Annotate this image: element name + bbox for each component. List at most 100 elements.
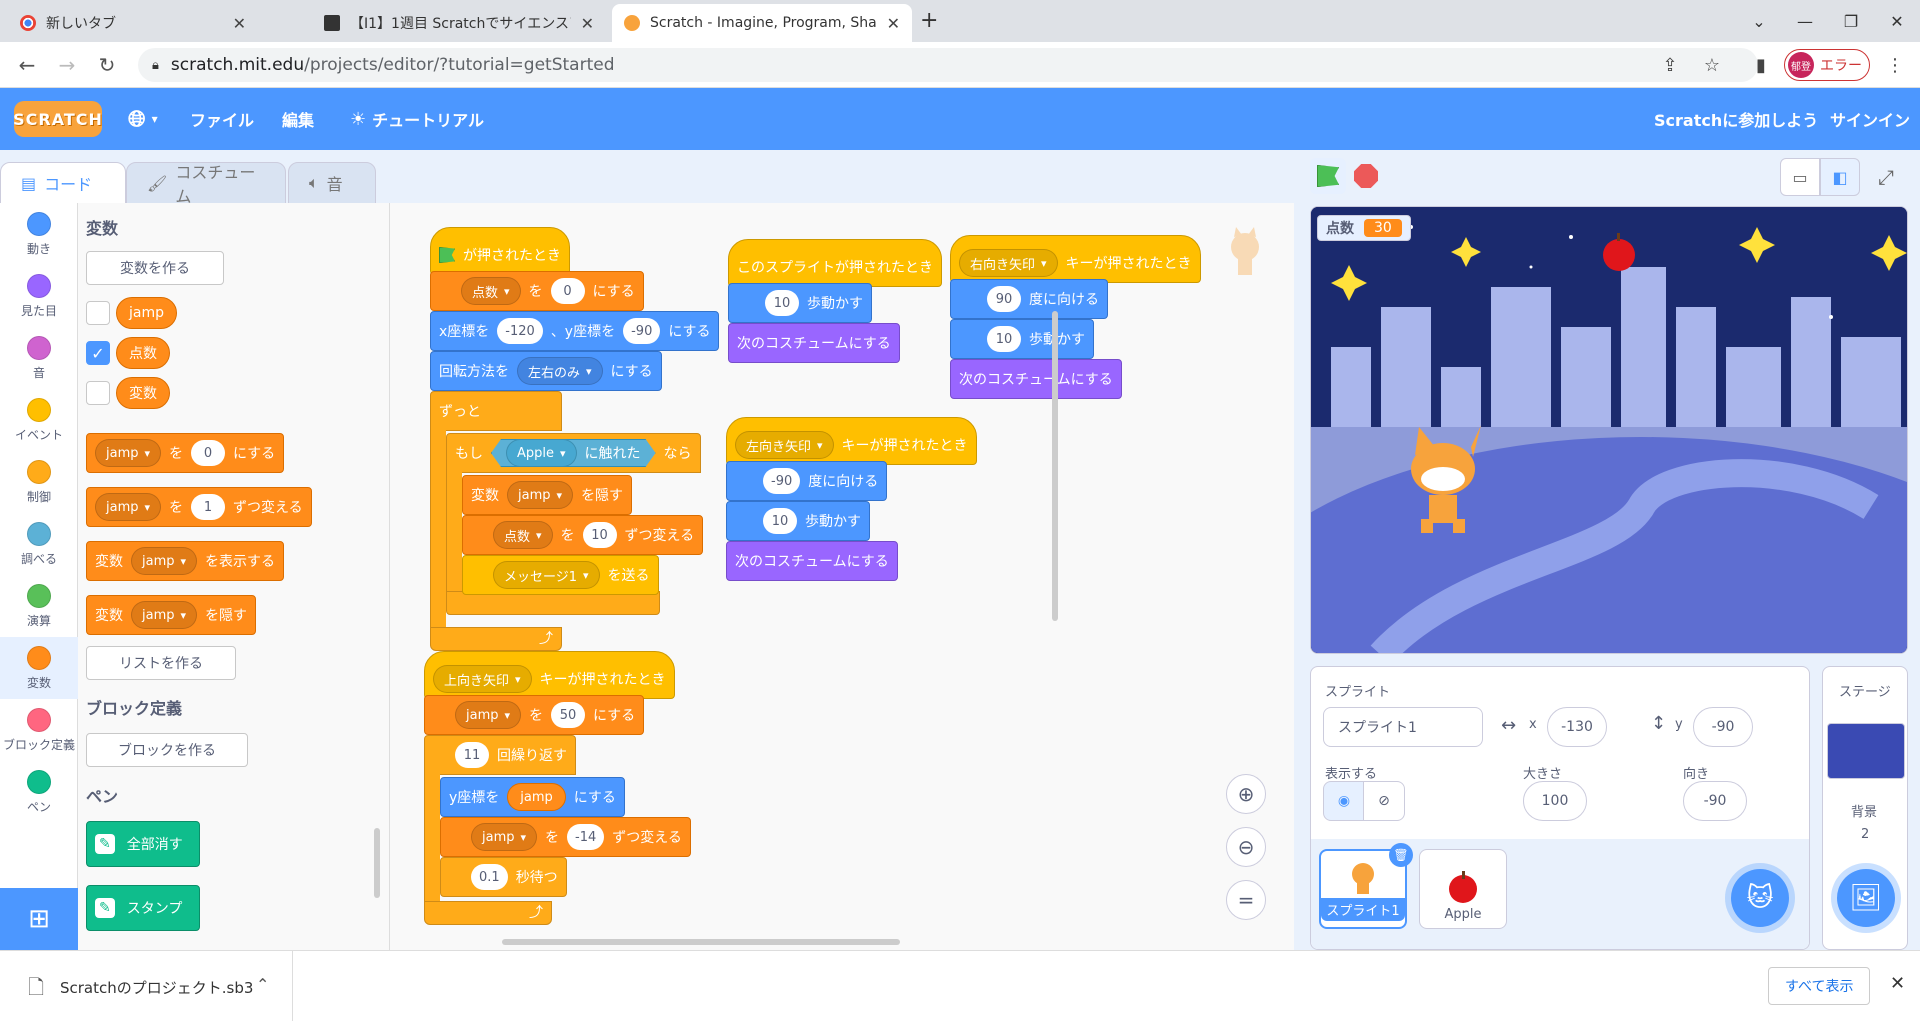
var-reporter-variable[interactable]: 変数 bbox=[116, 377, 170, 409]
hide-eye-icon[interactable]: ⊘ bbox=[1363, 781, 1405, 821]
stop-button[interactable] bbox=[1354, 164, 1378, 188]
change-variable-block[interactable]: jamp を -14 ずつ変える bbox=[440, 817, 691, 857]
category-6[interactable]: 演算 bbox=[0, 575, 78, 637]
kebab-menu-icon[interactable]: ⋮ bbox=[1880, 50, 1910, 80]
tab-code[interactable]: ▤ コード bbox=[0, 162, 126, 204]
make-block-button[interactable]: ブロックを作る bbox=[86, 733, 248, 767]
when-key-pressed-block[interactable]: 右向き矢印 キーが押されたとき bbox=[950, 235, 1201, 283]
language-menu[interactable]: 🌐︎ ▾ bbox=[128, 88, 158, 150]
hide-variable-block[interactable]: 変数 jamp を隠す bbox=[462, 475, 633, 515]
tab-search-chevron-icon[interactable]: ⌄ bbox=[1736, 0, 1782, 42]
next-costume-block[interactable]: 次のコスチュームにする bbox=[726, 541, 898, 581]
add-backdrop-button[interactable]: 🖼︎ bbox=[1837, 869, 1895, 927]
variable-dropdown[interactable]: 点数 bbox=[461, 277, 521, 305]
download-file-name[interactable]: Scratchのプロジェクト.sb3 bbox=[60, 977, 253, 998]
horizontal-scrollbar[interactable] bbox=[502, 939, 900, 945]
share-icon[interactable]: ⇪ bbox=[1655, 50, 1685, 80]
move-steps-block[interactable]: 10 歩動かす bbox=[728, 283, 872, 323]
show-variable-block[interactable]: 変数 jamp を表示する bbox=[86, 541, 285, 581]
repeat-count-input[interactable]: 11 bbox=[455, 742, 489, 768]
value-input[interactable]: 50 bbox=[551, 702, 586, 728]
file-menu[interactable]: ファイル bbox=[190, 88, 254, 150]
value-input[interactable]: 10 bbox=[582, 522, 617, 548]
set-rotation-style-block[interactable]: 回転方法を 左右のみ にする bbox=[430, 351, 662, 391]
profile-button[interactable]: 郁登 エラー bbox=[1784, 49, 1870, 81]
fullscreen-icon[interactable]: ⤢ bbox=[1866, 158, 1906, 196]
category-7[interactable]: 変数 bbox=[0, 637, 78, 699]
next-costume-block[interactable]: 次のコスチュームにする bbox=[728, 323, 900, 363]
key-dropdown[interactable]: 左向き矢印 bbox=[735, 431, 834, 459]
var-checkbox-jamp[interactable] bbox=[86, 301, 110, 325]
key-dropdown[interactable]: 上向き矢印 bbox=[433, 665, 532, 693]
change-variable-block[interactable]: 点数 を 10 ずつ変える bbox=[462, 515, 704, 555]
sprite-name-input[interactable]: スプライト1 bbox=[1323, 707, 1483, 747]
category-0[interactable]: 動き bbox=[0, 203, 78, 265]
pen-clear-block[interactable]: ✎ 全部消す bbox=[86, 821, 200, 867]
zoom-in-button[interactable]: ⊕ bbox=[1226, 774, 1266, 814]
next-costume-block[interactable]: 次のコスチュームにする bbox=[950, 359, 1122, 399]
y-input[interactable]: -90 bbox=[1693, 707, 1753, 747]
size-input[interactable]: 100 bbox=[1523, 781, 1587, 821]
delete-sprite-icon[interactable]: 🗑︎ bbox=[1389, 843, 1413, 867]
close-tab-icon[interactable]: ✕ bbox=[581, 14, 594, 33]
join-scratch-link[interactable]: Scratchに参加しよう bbox=[1654, 88, 1818, 150]
hide-variable-block[interactable]: 変数 jamp を隠す bbox=[86, 595, 257, 635]
variable-dropdown[interactable]: jamp bbox=[131, 547, 198, 575]
repeat-block[interactable]: 11 回繰り返す bbox=[424, 735, 576, 775]
add-extension-button[interactable]: ⊞ bbox=[0, 888, 78, 950]
tutorial-menu[interactable]: ☀ チュートリアル bbox=[350, 88, 484, 150]
direction-input[interactable]: -90 bbox=[763, 468, 801, 494]
var-checkbox-variable[interactable] bbox=[86, 381, 110, 405]
point-in-direction-block[interactable]: 90 度に向ける bbox=[950, 279, 1108, 319]
var-reporter-score[interactable]: 点数 bbox=[116, 337, 170, 369]
address-bar[interactable]: 🔒︎ scratch.mit.edu/projects/editor/?tuto… bbox=[138, 48, 1758, 82]
close-downloads-icon[interactable]: ✕ bbox=[1890, 973, 1905, 994]
category-4[interactable]: 制御 bbox=[0, 451, 78, 513]
forward-arrow-icon[interactable]: → bbox=[52, 50, 82, 80]
when-sprite-clicked-block[interactable]: このスプライトが押されたとき bbox=[728, 239, 942, 287]
close-window-icon[interactable]: ✕ bbox=[1874, 0, 1920, 42]
variable-dropdown[interactable]: jamp bbox=[95, 439, 162, 467]
make-list-button[interactable]: リストを作る bbox=[86, 646, 236, 680]
backdrop-thumbnail[interactable] bbox=[1827, 723, 1905, 779]
zoom-reset-button[interactable]: = bbox=[1226, 880, 1266, 920]
show-eye-icon[interactable]: ◉ bbox=[1323, 781, 1365, 821]
browser-tab-scratch[interactable]: Scratch - Imagine, Program, Shar ✕ bbox=[612, 4, 912, 42]
steps-input[interactable]: 10 bbox=[763, 508, 797, 534]
direction-input[interactable]: -90 bbox=[1683, 781, 1747, 821]
side-panel-icon[interactable]: ▮ bbox=[1746, 50, 1776, 80]
steps-input[interactable]: 10 bbox=[765, 290, 799, 316]
when-key-pressed-block[interactable]: 上向き矢印 キーが押されたとき bbox=[424, 651, 675, 699]
var-reporter-jamp[interactable]: jamp bbox=[116, 297, 177, 329]
category-2[interactable]: 音 bbox=[0, 327, 78, 389]
set-variable-block[interactable]: jamp を 50 にする bbox=[424, 695, 645, 735]
move-steps-block[interactable]: 10 歩動かす bbox=[950, 319, 1094, 359]
x-input[interactable]: -120 bbox=[497, 318, 543, 344]
key-dropdown[interactable]: 右向き矢印 bbox=[959, 249, 1058, 277]
value-input[interactable]: -14 bbox=[567, 824, 605, 850]
variable-dropdown[interactable]: jamp bbox=[95, 493, 162, 521]
variable-reporter[interactable]: jamp bbox=[507, 783, 566, 811]
forever-block[interactable]: ずっと bbox=[430, 391, 562, 431]
large-stage-button[interactable]: ◧ bbox=[1820, 158, 1860, 196]
add-sprite-button[interactable]: 🐱︎ bbox=[1731, 869, 1789, 927]
move-steps-block[interactable]: 10 歩動かす bbox=[726, 501, 870, 541]
new-tab-plus-icon[interactable]: + bbox=[920, 8, 938, 33]
point-in-direction-block[interactable]: -90 度に向ける bbox=[726, 461, 888, 501]
set-y-block[interactable]: y座標を jamp にする bbox=[440, 777, 625, 817]
direction-input[interactable]: 90 bbox=[987, 286, 1021, 312]
reload-icon[interactable]: ↻ bbox=[92, 50, 122, 80]
chevron-up-icon[interactable]: ⌃ bbox=[256, 975, 269, 994]
zoom-out-button[interactable]: ⊖ bbox=[1226, 827, 1266, 867]
close-tab-icon[interactable]: ✕ bbox=[887, 14, 900, 33]
object-dropdown[interactable]: Apple bbox=[506, 439, 577, 467]
browser-tab-classroom[interactable]: 【I1】1週目 Scratchでサイエンスアート ✕ bbox=[312, 4, 606, 42]
category-5[interactable]: 調べる bbox=[0, 513, 78, 575]
make-variable-button[interactable]: 変数を作る bbox=[86, 251, 224, 285]
when-flag-clicked-block[interactable]: が押されたとき bbox=[430, 227, 570, 275]
variable-dropdown[interactable]: jamp bbox=[455, 701, 522, 729]
touching-block[interactable]: Apple に触れた bbox=[491, 439, 656, 467]
value-input[interactable]: 1 bbox=[191, 494, 226, 520]
wait-block[interactable]: 0.1 秒待つ bbox=[440, 857, 567, 897]
value-input[interactable]: 0 bbox=[191, 440, 226, 466]
